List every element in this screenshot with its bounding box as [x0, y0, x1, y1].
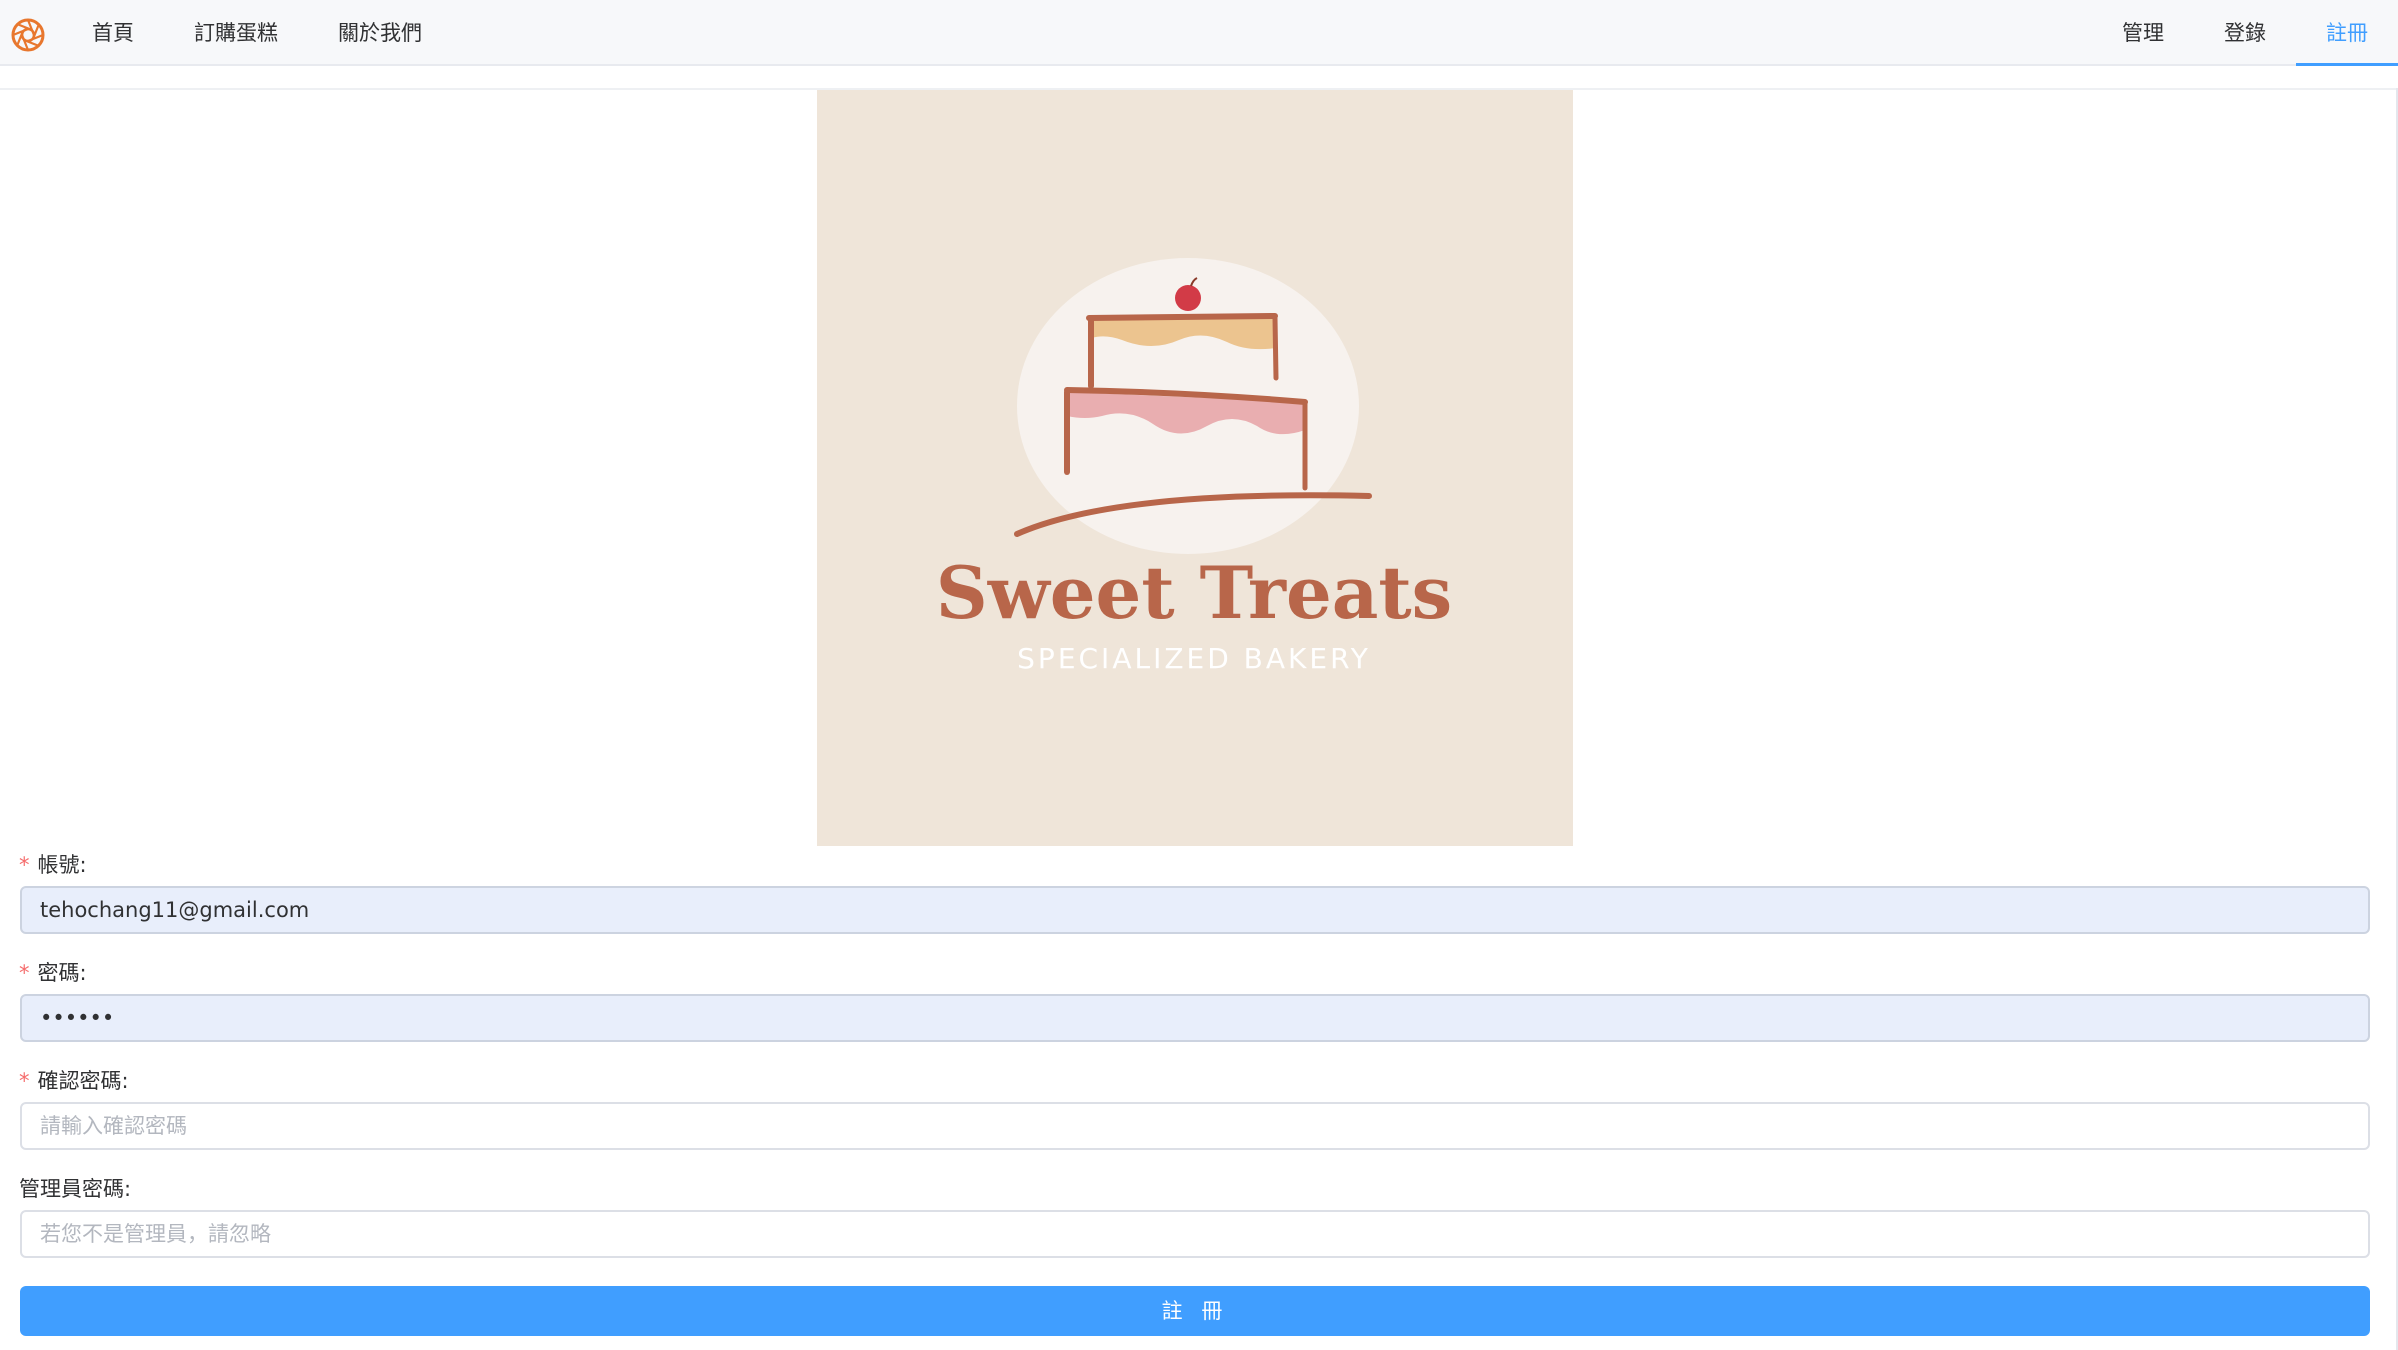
- confirm-password-label-text: 確認密碼:: [37, 1069, 129, 1093]
- cake-logo-graphic: Sweet Treats SPECIALIZED BAKERY: [936, 258, 1452, 675]
- admin-password-row: 管理員密碼: 若您不是管理員，請忽略: [19, 1172, 2371, 1280]
- required-mark: *: [19, 1069, 30, 1093]
- account-row: * 帳號: tehochang11@gmail.com: [19, 848, 2371, 956]
- register-submit-button[interactable]: 註 冊: [20, 1286, 2370, 1336]
- account-label-text: 帳號:: [37, 853, 87, 877]
- password-label: * 密碼:: [19, 956, 87, 990]
- brand-name-text: Sweet Treats: [936, 550, 1452, 635]
- nav-right-menu: 管理 登錄 註冊: [2092, 0, 2398, 66]
- password-input[interactable]: ••••••: [20, 994, 2370, 1042]
- register-form: * 帳號: tehochang11@gmail.com * 密碼: •••••• *…: [19, 848, 2371, 1336]
- brand-logo-image: Sweet Treats SPECIALIZED BAKERY: [817, 90, 1573, 846]
- confirm-password-input[interactable]: 請輸入確認密碼: [20, 1102, 2370, 1150]
- brand-tagline-text: SPECIALIZED BAKERY: [1017, 642, 1371, 675]
- password-label-text: 密碼:: [37, 961, 87, 985]
- nav-item-home[interactable]: 首頁: [62, 0, 164, 66]
- nav-item-register[interactable]: 註冊: [2296, 0, 2398, 66]
- admin-password-input[interactable]: 若您不是管理員，請忽略: [20, 1210, 2370, 1258]
- aperture-logo-icon[interactable]: [10, 17, 46, 53]
- admin-password-label: 管理員密碼:: [19, 1177, 132, 1201]
- nav-item-about-us[interactable]: 關於我們: [308, 0, 452, 66]
- password-row: * 密碼: ••••••: [19, 956, 2371, 1064]
- required-mark: *: [19, 961, 30, 985]
- nav-item-order-cake[interactable]: 訂購蛋糕: [164, 0, 308, 66]
- account-input[interactable]: tehochang11@gmail.com: [20, 886, 2370, 934]
- account-label: * 帳號:: [19, 848, 87, 882]
- required-mark: *: [19, 853, 30, 877]
- nav-item-login[interactable]: 登錄: [2194, 0, 2296, 66]
- confirm-password-row: * 確認密碼: 請輸入確認密碼: [19, 1064, 2371, 1172]
- confirm-password-label: * 確認密碼:: [19, 1064, 129, 1098]
- nav-item-admin[interactable]: 管理: [2092, 0, 2194, 66]
- top-navbar: 首頁 訂購蛋糕 關於我們 管理 登錄 註冊: [0, 0, 2398, 66]
- nav-left-menu: 首頁 訂購蛋糕 關於我們: [62, 0, 452, 66]
